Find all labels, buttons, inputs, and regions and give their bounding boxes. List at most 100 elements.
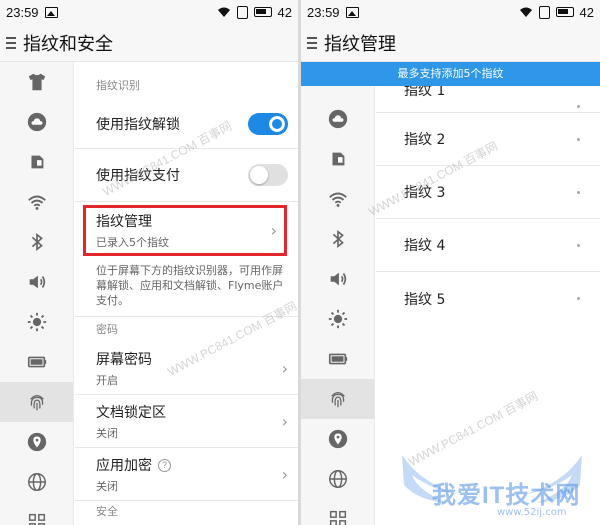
sim-icon — [236, 5, 248, 19]
sidebar-item-location[interactable] — [301, 419, 374, 459]
speaker-icon — [29, 275, 45, 289]
more-dot-icon[interactable] — [577, 105, 580, 108]
fingerprint-pay-label: 使用指纹支付 — [96, 168, 180, 184]
status-bar: 23:59 42 — [301, 0, 600, 24]
brightness-icon — [328, 309, 347, 329]
sidebar-item-fingerprint[interactable] — [301, 379, 374, 419]
fingerprint-pay-row[interactable]: 使用指纹支付 — [75, 149, 298, 202]
battery-icon — [27, 356, 46, 368]
fingerprint-icon — [330, 391, 345, 408]
sidebar-item-battery[interactable] — [301, 339, 374, 379]
fingerprint-pay-toggle[interactable] — [248, 164, 288, 186]
grid-icon — [329, 510, 346, 525]
fingerprint-item-2[interactable]: 指纹 2 — [376, 113, 600, 166]
max-fingerprints-banner: 最多支持添加5个指纹 — [301, 62, 600, 86]
fingerprint-manage-label: 指纹管理 — [96, 214, 152, 230]
sidebar-item-fingerprint[interactable] — [0, 382, 73, 422]
sidebar-item-bluetooth[interactable] — [301, 219, 374, 259]
fingerprint-management-screen: 23:59 42 指纹管理 最多支持添加5个指纹 指纹 1 指纹 2 指纹 3 … — [301, 0, 600, 525]
speaker-icon — [330, 272, 346, 286]
app-encryption-label: 应用加密 — [96, 457, 152, 474]
cloud-icon — [328, 109, 347, 129]
shirt-icon — [28, 73, 45, 91]
image-notification-icon — [345, 6, 359, 18]
screen-password-label: 屏幕密码 — [96, 352, 152, 368]
sidebar-item-language[interactable] — [301, 459, 374, 499]
menu-icon[interactable] — [6, 36, 16, 49]
sidebar-item-theme[interactable] — [301, 86, 374, 99]
sidebar-item-wifi[interactable] — [0, 182, 73, 222]
wifi-status-icon — [217, 7, 230, 17]
chevron-right-icon: › — [281, 464, 288, 484]
fingerprint-unlock-label: 使用指纹解锁 — [96, 116, 180, 133]
sidebar-item-apps[interactable] — [0, 502, 73, 525]
chevron-right-icon: › — [281, 359, 288, 378]
fingerprint-item-5[interactable]: 指纹 5 — [376, 272, 600, 325]
sidebar-item-sim[interactable] — [301, 139, 374, 179]
more-dot-icon[interactable] — [577, 137, 580, 141]
chevron-right-icon: › — [281, 411, 288, 431]
sidebar-item-theme[interactable] — [0, 62, 73, 102]
sidebar-item-account[interactable] — [301, 99, 374, 139]
fingerprint-item-3[interactable]: 指纹 3 — [376, 166, 600, 219]
battery-level: 42 — [277, 4, 292, 20]
battery-status-icon — [555, 7, 574, 17]
document-lock-label: 文档锁定区 — [96, 404, 166, 421]
more-dot-icon[interactable] — [577, 297, 580, 300]
more-dot-icon[interactable] — [577, 190, 580, 194]
sim-card-icon — [31, 155, 43, 169]
location-icon — [328, 429, 347, 449]
sidebar-item-account[interactable] — [0, 102, 73, 142]
battery-level: 42 — [579, 4, 594, 20]
menu-icon[interactable] — [307, 36, 317, 49]
battery-status-icon — [253, 7, 272, 17]
fingerprint-item-label: 指纹 3 — [404, 185, 446, 201]
settings-sidebar — [0, 62, 74, 525]
section-header-security: 安全 — [96, 505, 118, 518]
document-lock-status: 关闭 — [96, 426, 118, 440]
sidebar-item-bluetooth[interactable] — [0, 222, 73, 262]
battery-icon — [328, 353, 347, 365]
title-bar: 指纹管理 — [301, 24, 600, 62]
sidebar-item-sim[interactable] — [0, 142, 73, 182]
bluetooth-icon — [31, 232, 43, 252]
fingerprint-description: 位于屏幕下方的指纹识别器，可用作屏幕解锁、应用和文档解锁、Flyme账户支付。 — [75, 256, 298, 317]
title-bar: 指纹和安全 — [0, 24, 298, 62]
fingerprint-item-4[interactable]: 指纹 4 — [376, 219, 600, 272]
sidebar-item-sound[interactable] — [301, 259, 374, 299]
app-encryption-label-wrap: 应用加密? — [96, 455, 276, 475]
brightness-icon — [27, 312, 46, 332]
globe-icon — [27, 473, 46, 491]
sidebar-item-apps[interactable] — [301, 499, 374, 525]
document-lock-row[interactable]: 文档锁定区 关闭 › — [75, 395, 298, 448]
screen-password-status: 开启 — [96, 374, 118, 387]
more-dot-icon[interactable] — [577, 243, 580, 247]
fingerprint-unlock-toggle[interactable] — [248, 112, 288, 135]
status-time: 23:59 — [6, 4, 39, 20]
sidebar-item-battery[interactable] — [0, 342, 73, 382]
location-icon — [27, 432, 46, 452]
fingerprint-manage-row[interactable]: 指纹管理 已录入5个指纹 › — [83, 205, 287, 256]
fingerprint-item-label: 指纹 4 — [404, 238, 446, 254]
settings-sidebar — [301, 86, 375, 525]
help-icon[interactable]: ? — [158, 459, 171, 472]
sidebar-item-display[interactable] — [301, 299, 374, 339]
fingerprint-item-1[interactable]: 指纹 1 — [376, 86, 600, 113]
sidebar-item-location[interactable] — [0, 422, 73, 462]
fingerprint-item-label: 指纹 1 — [404, 86, 446, 99]
settings-content: 指纹识别 使用指纹解锁 使用指纹支付 指纹管理 已录入5个指纹 › 位于屏幕下方… — [75, 62, 298, 525]
sidebar-item-display[interactable] — [0, 302, 73, 342]
sidebar-item-wifi[interactable] — [301, 179, 374, 219]
page-title: 指纹和安全 — [23, 33, 113, 55]
fingerprint-unlock-row[interactable]: 使用指纹解锁 — [75, 99, 298, 149]
globe-icon — [328, 470, 347, 488]
sim-card-icon — [332, 152, 344, 166]
app-encryption-row[interactable]: 应用加密? 关闭 › — [75, 448, 298, 501]
sidebar-item-language[interactable] — [0, 462, 73, 502]
screen-password-row[interactable]: 屏幕密码 开启 › — [75, 343, 298, 395]
sidebar-item-sound[interactable] — [0, 262, 73, 302]
section-header-password: 密码 — [96, 323, 118, 336]
fingerprint-item-label: 指纹 2 — [404, 132, 446, 148]
wifi-icon — [328, 192, 347, 207]
wifi-icon — [27, 195, 46, 210]
